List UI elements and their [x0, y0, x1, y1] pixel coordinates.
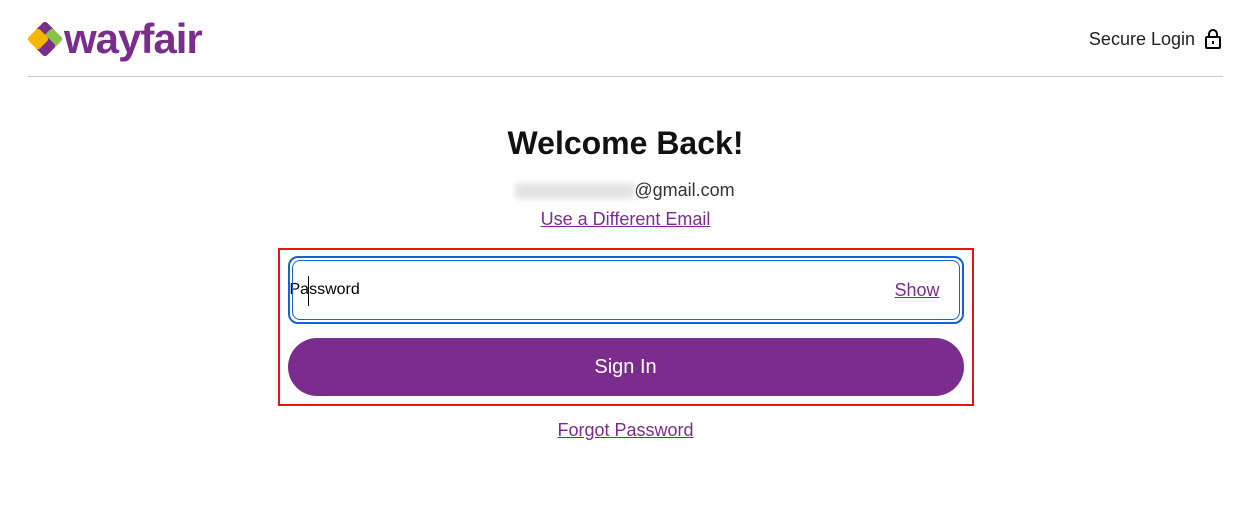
- forgot-password-link[interactable]: Forgot Password: [557, 420, 693, 441]
- text-caret: [308, 276, 309, 306]
- password-field[interactable]: Password Show: [288, 256, 964, 324]
- email-username-redacted: [516, 183, 634, 199]
- use-different-email-link[interactable]: Use a Different Email: [541, 209, 711, 230]
- brand-name: wayfair: [64, 18, 202, 60]
- secure-login-label: Secure Login: [1089, 28, 1223, 50]
- show-password-toggle[interactable]: Show: [894, 280, 939, 301]
- header: wayfair Secure Login: [0, 0, 1251, 76]
- password-input[interactable]: [360, 258, 895, 322]
- password-label: Password: [290, 281, 360, 299]
- lock-icon: [1203, 28, 1223, 50]
- email-domain: @gmail.com: [634, 180, 734, 200]
- wayfair-petals-icon: [28, 22, 62, 56]
- annotation-highlight-box: Password Show Sign In: [278, 248, 974, 406]
- brand-logo[interactable]: wayfair: [28, 18, 202, 60]
- email-display: @gmail.com: [516, 180, 734, 201]
- login-form: Welcome Back! @gmail.com Use a Different…: [0, 77, 1251, 441]
- welcome-heading: Welcome Back!: [508, 125, 744, 162]
- sign-in-button[interactable]: Sign In: [288, 338, 964, 396]
- secure-login-text: Secure Login: [1089, 29, 1195, 50]
